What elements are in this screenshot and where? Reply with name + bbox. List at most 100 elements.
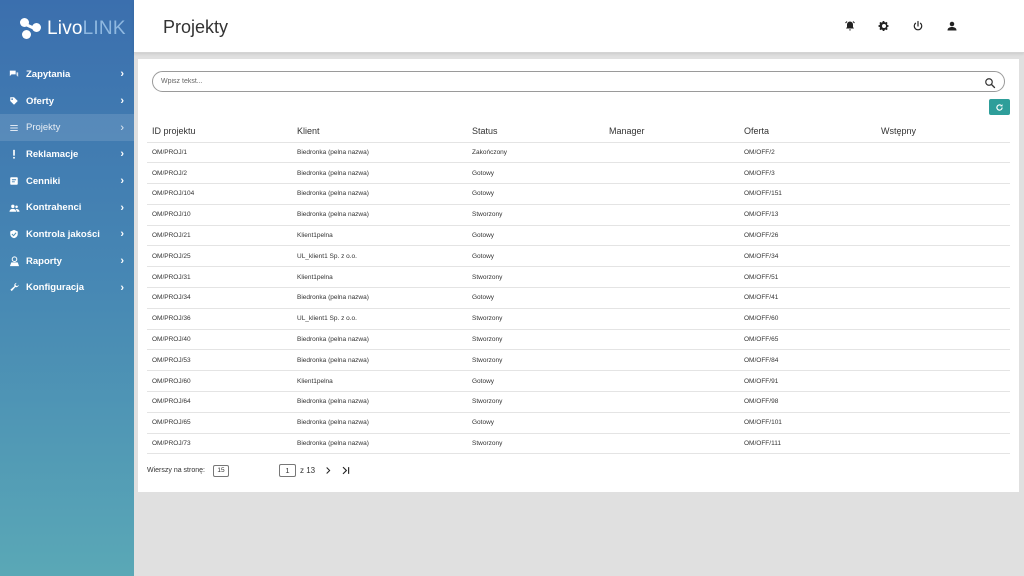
- table-row[interactable]: OM/PROJ/40 Biedronka (pelna nazwa) Stworzo…: [147, 329, 1010, 351]
- cell-client: Klient1pelna: [292, 370, 467, 393]
- chevron-right-icon: ›: [120, 121, 124, 134]
- cell-offer: OM/OFF/84: [739, 349, 876, 372]
- column-header-offer[interactable]: Oferta: [739, 121, 876, 143]
- cell-preliminary: [876, 349, 1010, 372]
- table-row[interactable]: OM/PROJ/25 UL_klient1 Sp. z o.o. Gotowy OM/…: [147, 245, 1010, 268]
- cell-manager: [604, 370, 739, 393]
- cell-project-id: OM/PROJ/34: [147, 287, 292, 309]
- rows-per-page-label: Wierszy na stronę:: [147, 467, 205, 474]
- cell-client: Biedronka (pelna nazwa): [292, 162, 467, 185]
- chevron-right-icon: ›: [120, 175, 124, 188]
- sidebar-item-label: Reklamacje: [26, 148, 79, 160]
- sidebar-item-kontrola-jakości[interactable]: Kontrola jakości ›: [0, 221, 134, 248]
- power-icon[interactable]: [912, 19, 924, 33]
- cell-manager: [604, 245, 739, 268]
- cell-manager: [604, 329, 739, 351]
- search-input[interactable]: [161, 78, 984, 85]
- sidebar-item-reklamacje[interactable]: Reklamacje ›: [0, 141, 134, 168]
- cell-offer: OM/OFF/101: [739, 412, 876, 434]
- sidebar-item-cenniki[interactable]: Cenniki ›: [0, 168, 134, 195]
- table-row[interactable]: OM/PROJ/64 Biedronka (pelna nazwa) Stworzo…: [147, 391, 1010, 413]
- table-row[interactable]: OM/PROJ/36 UL_klient1 Sp. z o.o. Stworzony…: [147, 308, 1010, 330]
- sidebar-item-label: Raporty: [26, 255, 62, 267]
- user-icon[interactable]: [946, 19, 958, 33]
- table-row[interactable]: OM/PROJ/53 Biedronka (pelna nazwa) Stworzo…: [147, 349, 1010, 372]
- table-row[interactable]: OM/PROJ/65 Biedronka (pelna nazwa) Gotowy O…: [147, 412, 1010, 434]
- table-row[interactable]: OM/PROJ/31 Klient1pelna Stworzony OM/OFF/51: [147, 266, 1010, 289]
- table-row[interactable]: OM/PROJ/2 Biedronka (pelna nazwa) Gotowy OM…: [147, 162, 1010, 185]
- page-title: Projekty: [163, 17, 229, 37]
- cell-status: Gotowy: [467, 370, 604, 393]
- cell-status: Stworzony: [467, 204, 604, 226]
- column-header-status[interactable]: Status: [467, 121, 604, 143]
- column-header-preliminary[interactable]: Wstępny: [876, 121, 1010, 143]
- logo-icon: [20, 18, 42, 40]
- cell-manager: [604, 142, 739, 164]
- search-bar: [152, 71, 1005, 92]
- cell-client: Biedronka (pelna nazwa): [292, 142, 467, 164]
- cell-project-id: OM/PROJ/40: [147, 329, 292, 351]
- cell-manager: [604, 162, 739, 185]
- chevron-right-icon: ›: [120, 201, 124, 214]
- sidebar-item-zapytania[interactable]: Zapytania ›: [0, 61, 134, 88]
- sidebar-item-projekty[interactable]: Projekty ›: [0, 114, 134, 142]
- last-page-icon[interactable]: [341, 466, 351, 476]
- cell-preliminary: [876, 225, 1010, 247]
- cell-manager: [604, 287, 739, 309]
- table-row[interactable]: OM/PROJ/73 Biedronka (pelna nazwa) Stworzo…: [147, 433, 1010, 455]
- cell-client: Biedronka (pelna nazwa): [292, 349, 467, 372]
- sidebar-item-oferty[interactable]: Oferty ›: [0, 88, 134, 115]
- topbar: Projekty: [134, 0, 1024, 53]
- cell-client: UL_klient1 Sp. z o.o.: [292, 308, 467, 330]
- cell-status: Stworzony: [467, 433, 604, 455]
- sidebar-item-kontrahenci[interactable]: Kontrahenci ›: [0, 194, 134, 221]
- table-row[interactable]: OM/PROJ/21 Klient1pelna Gotowy OM/OFF/26: [147, 225, 1010, 247]
- cell-status: Stworzony: [467, 349, 604, 372]
- rows-per-page-select[interactable]: 15: [212, 464, 229, 477]
- table-row[interactable]: OM/PROJ/60 Klient1pelna Gotowy OM/OFF/91: [147, 370, 1010, 393]
- column-header-client[interactable]: Klient: [292, 121, 467, 143]
- cell-client: Biedronka (pelna nazwa): [292, 329, 467, 351]
- chevron-right-icon: ›: [120, 281, 124, 294]
- alarm-icon[interactable]: [844, 19, 856, 33]
- cell-project-id: OM/PROJ/64: [147, 391, 292, 413]
- cell-offer: OM/OFF/111: [739, 433, 876, 455]
- cell-offer: OM/OFF/151: [739, 183, 876, 205]
- cell-offer: OM/OFF/51: [739, 266, 876, 289]
- cell-manager: [604, 183, 739, 205]
- gear-icon[interactable]: [878, 19, 890, 33]
- refresh-icon: [996, 103, 1003, 111]
- cell-manager: [604, 308, 739, 330]
- search-icon[interactable]: [984, 76, 996, 88]
- sidebar-item-konfiguracja[interactable]: Konfiguracja ›: [0, 275, 134, 302]
- cell-project-id: OM/PROJ/21: [147, 225, 292, 247]
- table-row[interactable]: OM/PROJ/10 Biedronka (pelna nazwa) Stworzo…: [147, 204, 1010, 226]
- cell-preliminary: [876, 370, 1010, 393]
- cell-project-id: OM/PROJ/1: [147, 142, 292, 164]
- table-row[interactable]: OM/PROJ/104 Biedronka (pelna nazwa) Gotowy…: [147, 183, 1010, 205]
- sidebar-item-raporty[interactable]: Raporty ›: [0, 248, 134, 275]
- cell-offer: OM/OFF/2: [739, 142, 876, 164]
- cell-project-id: OM/PROJ/104: [147, 183, 292, 205]
- cell-offer: OM/OFF/41: [739, 287, 876, 309]
- cell-offer: OM/OFF/60: [739, 308, 876, 330]
- cell-manager: [604, 349, 739, 372]
- table-row[interactable]: OM/PROJ/1 Biedronka (pelna nazwa) Zakończo…: [147, 142, 1010, 164]
- current-page-input[interactable]: 1: [278, 464, 296, 477]
- chevron-right-icon: ›: [120, 95, 124, 108]
- wrench-icon: [8, 282, 20, 294]
- sidebar-item-label: Kontrola jakości: [26, 228, 100, 240]
- cell-status: Gotowy: [467, 225, 604, 247]
- cell-manager: [604, 433, 739, 455]
- table-row[interactable]: OM/PROJ/34 Biedronka (pelna nazwa) Gotowy O…: [147, 287, 1010, 309]
- column-header-id[interactable]: ID projektu: [147, 121, 292, 143]
- cell-status: Gotowy: [467, 412, 604, 434]
- cell-status: Gotowy: [467, 162, 604, 185]
- chevron-right-icon: ›: [120, 68, 124, 81]
- people-icon: [8, 202, 20, 214]
- next-page-icon[interactable]: [323, 466, 333, 476]
- refresh-button[interactable]: [989, 99, 1010, 115]
- column-header-manager[interactable]: Manager: [604, 121, 739, 143]
- cell-client: Biedronka (pelna nazwa): [292, 412, 467, 434]
- cell-project-id: OM/PROJ/31: [147, 266, 292, 289]
